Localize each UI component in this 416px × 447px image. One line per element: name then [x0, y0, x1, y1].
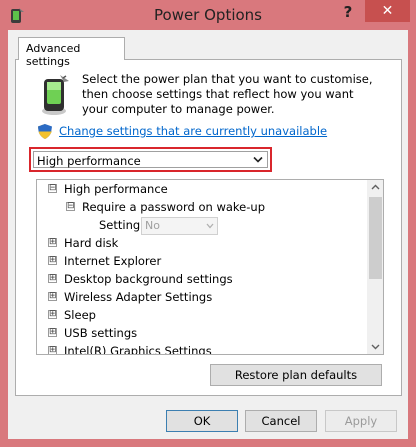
chevron-down-icon	[206, 223, 214, 229]
help-button[interactable]: ?	[336, 2, 360, 24]
tree-item-label: Hard disk	[64, 236, 119, 250]
dialog-body: Advanced settings Select the power plan …	[8, 30, 408, 439]
expand-icon[interactable]: ⊞	[48, 256, 57, 265]
tree-item-label: Desktop background settings	[64, 272, 233, 286]
restore-plan-defaults-button[interactable]: Restore plan defaults	[210, 364, 382, 386]
expand-icon[interactable]: ⊞	[48, 310, 57, 319]
power-plan-dropdown[interactable]: High performance	[29, 147, 272, 172]
change-settings-link[interactable]: Change settings that are currently unava…	[59, 124, 327, 138]
tree-item-label: Sleep	[64, 308, 96, 322]
tree-item-label: USB settings	[64, 326, 138, 340]
setting-value: No	[145, 219, 160, 232]
shield-icon	[38, 124, 52, 139]
scroll-down-icon[interactable]	[367, 339, 384, 354]
advanced-settings-tree[interactable]: ⊟ High performance ⊟ Require a password …	[36, 179, 384, 355]
tree-scrollbar[interactable]	[367, 180, 384, 354]
tree-item-label: Intel(R) Graphics Settings	[64, 344, 212, 355]
scroll-up-icon[interactable]	[367, 180, 384, 195]
cancel-button[interactable]: Cancel	[245, 410, 317, 432]
power-options-window: Power Options ? ✕ Advanced settings Sele…	[0, 0, 416, 447]
tree-item-label: High performance	[64, 182, 168, 196]
close-button[interactable]: ✕	[365, 0, 410, 22]
tree-item-label: Require a password on wake-up	[82, 200, 265, 214]
apply-button[interactable]: Apply	[325, 410, 397, 432]
expand-icon[interactable]: ⊞	[48, 328, 57, 337]
tree-item-label: Wireless Adapter Settings	[64, 290, 213, 304]
tab-panel: Select the power plan that you want to c…	[15, 59, 402, 396]
ok-button[interactable]: OK	[166, 410, 238, 432]
collapse-icon[interactable]: ⊟	[66, 202, 75, 211]
tree-item-label: Internet Explorer	[64, 254, 162, 268]
setting-value-dropdown[interactable]: No	[141, 217, 218, 235]
title-bar[interactable]: Power Options ? ✕	[0, 0, 416, 34]
expand-icon[interactable]: ⊞	[48, 238, 57, 247]
plan-description: Select the power plan that you want to c…	[82, 72, 373, 116]
scrollbar-thumb[interactable]	[369, 197, 382, 279]
tab-advanced-settings[interactable]: Advanced settings	[18, 37, 125, 68]
power-plan-value: High performance	[37, 154, 141, 168]
expand-icon[interactable]: ⊞	[48, 346, 57, 354]
battery-plan-icon	[42, 75, 69, 115]
expand-icon[interactable]: ⊞	[48, 274, 57, 283]
expand-icon[interactable]: ⊞	[48, 292, 57, 301]
power-plan-dropdown-field[interactable]: High performance	[33, 151, 268, 168]
chevron-down-icon	[253, 156, 263, 163]
setting-label: Setting:	[99, 218, 145, 232]
collapse-icon[interactable]: ⊟	[48, 184, 57, 193]
